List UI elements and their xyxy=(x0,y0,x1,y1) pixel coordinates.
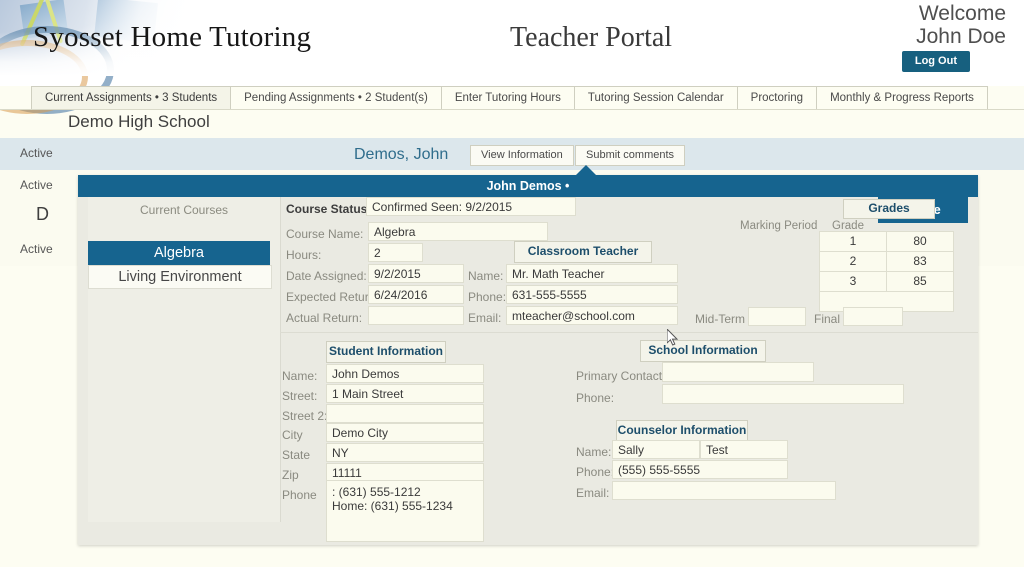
table-row: 2 83 xyxy=(819,251,954,272)
student-information-button[interactable]: Student Information xyxy=(326,341,446,363)
teacher-email-field[interactable]: mteacher@school.com xyxy=(506,306,678,325)
course-status-label: Course Status: xyxy=(286,202,372,216)
teacher-email-label: Email: xyxy=(468,311,502,325)
grade-cell[interactable]: 85 xyxy=(886,271,954,292)
table-row: 3 85 xyxy=(819,271,954,292)
app-page: Syosset Home Tutoring Teacher Portal Wel… xyxy=(0,0,1024,567)
student-city-field[interactable]: Demo City xyxy=(326,423,484,442)
course-status-field[interactable]: Confirmed Seen: 9/2/2015 xyxy=(366,197,576,216)
midterm-label: Mid-Term xyxy=(695,312,745,326)
status-badge: Active xyxy=(20,242,53,256)
final-field[interactable] xyxy=(843,307,903,326)
counselor-email-label: Email: xyxy=(576,486,610,500)
welcome-label: Welcome xyxy=(918,2,1006,25)
main-navigation: Current Assignments • 3 Students Pending… xyxy=(0,86,1024,110)
midterm-field[interactable] xyxy=(748,307,806,326)
counselor-phone-label: Phone: xyxy=(576,465,615,479)
counselor-name-label: Name: xyxy=(576,445,612,459)
marking-period-cell[interactable]: 2 xyxy=(819,251,887,272)
counselor-last-name-field[interactable]: Test xyxy=(700,440,788,459)
welcome-block: Welcome John Doe xyxy=(846,2,1006,48)
submit-comments-button[interactable]: Submit comments xyxy=(575,145,686,166)
view-information-button[interactable]: View Information xyxy=(470,145,574,166)
date-assigned-field[interactable]: 9/2/2015 xyxy=(368,264,464,283)
current-courses-panel: Current Courses Algebra Living Environme… xyxy=(88,197,281,522)
tab-pending-assignments[interactable]: Pending Assignments • 2 Student(s) xyxy=(230,86,442,109)
course-item-algebra[interactable]: Algebra xyxy=(88,241,270,265)
tab-tutoring-session-calendar[interactable]: Tutoring Session Calendar xyxy=(573,86,738,109)
course-item-living-environment[interactable]: Living Environment xyxy=(88,265,272,289)
actual-return-field[interactable] xyxy=(368,306,464,325)
expected-return-label: Expected Return: xyxy=(286,290,379,304)
teacher-phone-field[interactable]: 631-555-5555 xyxy=(506,285,678,304)
marking-period-header: Marking Period xyxy=(740,220,818,232)
hours-field[interactable]: 2 xyxy=(368,243,423,262)
grade-cell[interactable]: 83 xyxy=(886,251,954,272)
selected-student-name: Demos, John xyxy=(354,146,449,163)
classroom-teacher-button[interactable]: Classroom Teacher xyxy=(514,241,652,263)
marking-period-cell[interactable]: 1 xyxy=(819,231,887,252)
hours-label: Hours: xyxy=(286,248,322,262)
grades-button[interactable]: Grades xyxy=(843,199,935,219)
student-phone-label: Phone xyxy=(282,488,317,502)
tab-proctoring[interactable]: Proctoring xyxy=(736,86,818,109)
modal-title: John Demos • xyxy=(486,179,570,193)
teacher-name-field[interactable]: Mr. Math Teacher xyxy=(506,264,678,283)
counselor-email-field[interactable] xyxy=(612,481,836,500)
page-title: Teacher Portal xyxy=(510,22,673,53)
divider xyxy=(280,332,978,333)
logout-button[interactable]: Log Out xyxy=(901,51,970,72)
final-label: Final xyxy=(814,312,841,326)
teacher-phone-label: Phone: xyxy=(468,290,507,304)
nav-tab-list: Current Assignments • 3 Students Pending… xyxy=(31,86,988,109)
teacher-name-label: Name: xyxy=(468,269,504,283)
student-name-label: Name: xyxy=(282,369,318,383)
student-zip-label: Zip xyxy=(282,468,299,482)
school-phone-label: Phone: xyxy=(576,391,615,405)
status-badge: Active xyxy=(20,178,53,192)
mouse-cursor-icon xyxy=(666,327,679,347)
counselor-first-name-field[interactable]: Sally xyxy=(612,440,700,459)
student-phone-field[interactable]: : (631) 555-1212 Home: (631) 555-1234 xyxy=(326,480,484,542)
school-name-heading: Demo High School xyxy=(68,112,210,131)
actual-return-label: Actual Return: xyxy=(286,311,363,325)
student-information-modal: John Demos • Close Current Courses Algeb… xyxy=(78,165,978,545)
student-street2-label: Street 2: xyxy=(282,409,328,423)
welcome-username: John Doe xyxy=(916,25,1006,48)
tab-enter-tutoring-hours[interactable]: Enter Tutoring Hours xyxy=(440,86,575,109)
student-street-field[interactable]: 1 Main Street xyxy=(326,384,484,403)
primary-contact-field[interactable] xyxy=(662,362,814,382)
student-state-field[interactable]: NY xyxy=(326,443,484,462)
page-header: Syosset Home Tutoring Teacher Portal Wel… xyxy=(0,0,1024,114)
grades-table: 1 80 2 83 3 85 xyxy=(819,231,954,312)
school-information-button[interactable]: School Information xyxy=(640,340,766,362)
brand-title: Syosset Home Tutoring xyxy=(33,21,312,53)
primary-contact-label: Primary Contact: xyxy=(576,369,666,383)
counselor-phone-field[interactable]: (555) 555-5555 xyxy=(612,460,788,479)
tab-current-assignments[interactable]: Current Assignments • 3 Students xyxy=(31,86,232,109)
student-street-label: Street: xyxy=(282,389,318,403)
grade-cell[interactable]: 80 xyxy=(886,231,954,252)
marking-period-cell[interactable]: 3 xyxy=(819,271,887,292)
tab-monthly-progress-reports[interactable]: Monthly & Progress Reports xyxy=(816,86,988,109)
date-assigned-label: Date Assigned: xyxy=(286,269,367,283)
counselor-information-button[interactable]: Counselor Information xyxy=(616,420,748,442)
expected-return-field[interactable]: 6/24/2016 xyxy=(368,285,464,304)
student-city-label: City xyxy=(282,428,303,442)
table-row: 1 80 xyxy=(819,231,954,252)
student-state-label: State xyxy=(282,448,311,462)
school-name-partial: D xyxy=(36,204,49,224)
status-badge: Active xyxy=(20,146,53,160)
student-name-field[interactable]: John Demos xyxy=(326,364,484,383)
current-courses-title: Current Courses xyxy=(139,203,229,217)
course-name-label: Course Name: xyxy=(286,227,364,241)
school-phone-field[interactable] xyxy=(662,384,904,404)
course-name-field[interactable]: Algebra xyxy=(368,222,548,241)
student-street2-field[interactable] xyxy=(326,404,484,423)
